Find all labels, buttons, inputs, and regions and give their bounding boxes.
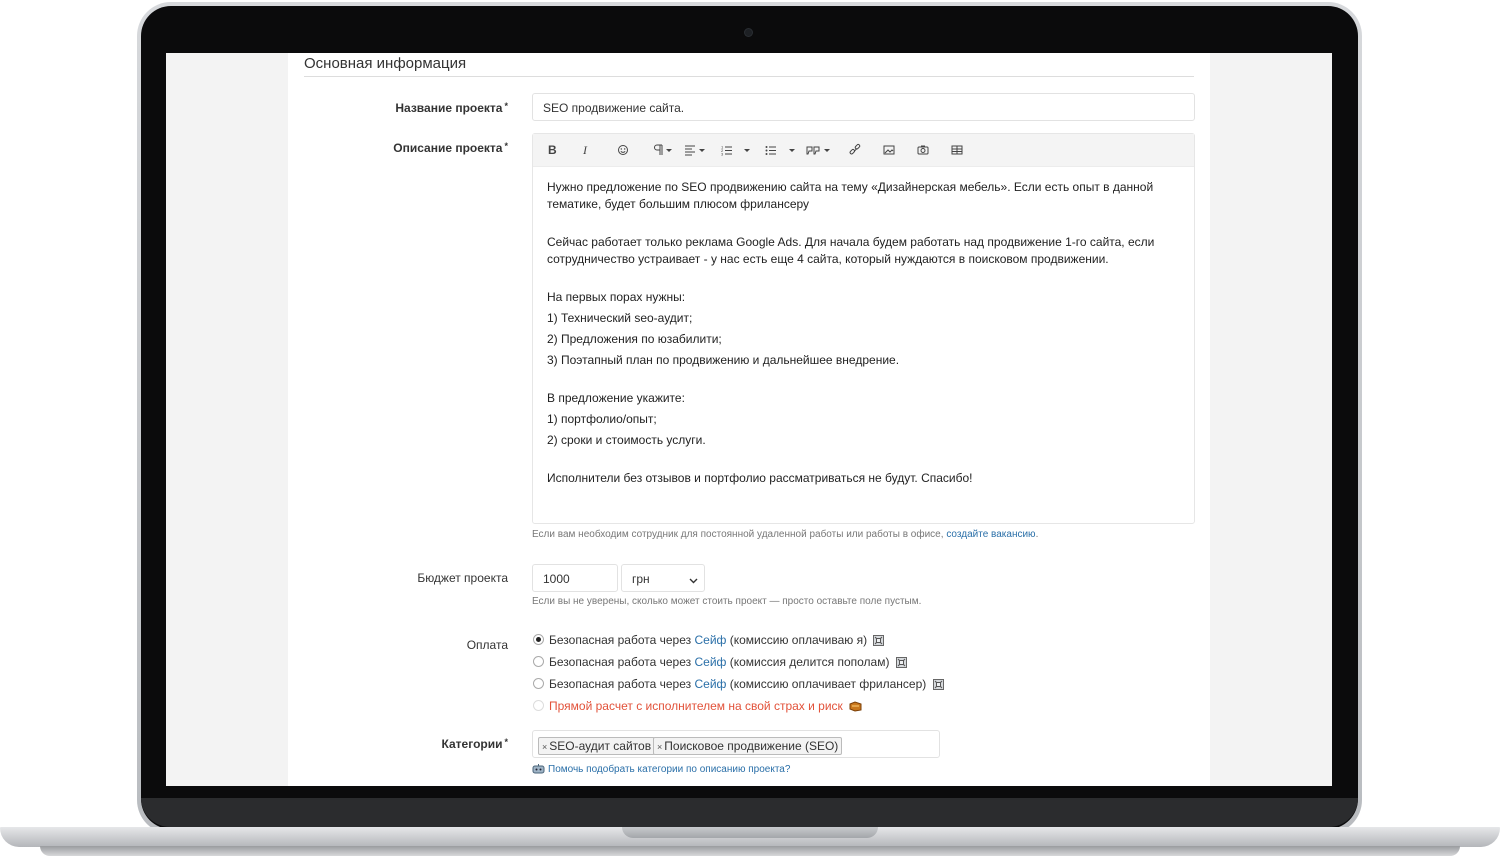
info-icon[interactable] xyxy=(932,679,944,690)
table-icon[interactable] xyxy=(951,142,963,158)
category-tag[interactable]: × SEO-аудит сайтов xyxy=(538,737,656,755)
camera-icon[interactable] xyxy=(917,142,929,158)
radio[interactable] xyxy=(533,678,544,689)
description-editor[interactable]: B I 123 Нужно предложение по SEO продвиж… xyxy=(532,133,1195,524)
currency-value: грн xyxy=(632,572,650,586)
warning-icon xyxy=(849,701,862,712)
budget-hint: Если вы не уверены, сколько может стоить… xyxy=(532,596,922,607)
category-tag[interactable]: × Поисковое продвижение (SEO) xyxy=(653,737,843,755)
image-icon[interactable] xyxy=(883,142,895,158)
payment-option-1[interactable]: Безопасная работа через Сейф (комиссию о… xyxy=(533,633,885,647)
budget-label: Бюджет проекта xyxy=(417,571,508,585)
description-line: 2) Предложения по юзабилити; xyxy=(547,332,722,346)
budget-input[interactable]: 1000 xyxy=(532,564,618,592)
categories-help-link[interactable]: Помочь подобрать категории по описанию п… xyxy=(548,764,790,775)
svg-text:3: 3 xyxy=(721,152,724,157)
description-hint: Если вам необходим сотрудник для постоян… xyxy=(532,529,1039,540)
description-blank-line xyxy=(547,373,1180,390)
description-line: 1) Технический seo-аудит; xyxy=(547,311,693,325)
name-label: Название проекта * xyxy=(395,101,508,115)
description-line: Сейчас работает только реклама Google Ad… xyxy=(547,235,1155,266)
paragraph-icon[interactable] xyxy=(652,142,674,158)
description-line: Исполнители без отзывов и портфолио расс… xyxy=(547,471,973,485)
project-form: Основная информация Название проекта * SE… xyxy=(288,53,1210,786)
quote-icon[interactable] xyxy=(806,142,832,158)
laptop-base-shadow xyxy=(40,846,1460,856)
remove-tag-icon[interactable]: × xyxy=(542,742,547,752)
chevron-down-icon xyxy=(689,574,698,588)
align-icon[interactable] xyxy=(684,142,708,158)
section-title: Основная информация xyxy=(304,55,467,72)
description-line: 3) Поэтапный план по продвижению и дальн… xyxy=(547,353,900,367)
description-blank-line xyxy=(547,272,1180,289)
link-icon[interactable] xyxy=(849,142,861,158)
robot-icon xyxy=(532,763,545,777)
description-line: 2) сроки и стоимость услуги. xyxy=(547,433,706,447)
ordered-list-dropdown[interactable] xyxy=(743,142,751,158)
italic-button[interactable]: I xyxy=(583,142,587,158)
project-name-input[interactable]: SEO продвижение сайта. xyxy=(532,93,1195,121)
payment-option-direct[interactable]: Прямой расчет с исполнителем на свой стр… xyxy=(533,699,862,713)
camera-icon xyxy=(745,29,752,36)
safe-link[interactable]: Сейф xyxy=(694,655,726,669)
payment-option-3[interactable]: Безопасная работа через Сейф (комиссию о… xyxy=(533,677,944,691)
description-blank-line xyxy=(547,217,1180,234)
section-divider xyxy=(304,76,1194,77)
payment-label: Оплата xyxy=(466,638,508,652)
create-vacancy-link[interactable]: создайте вакансию xyxy=(946,529,1035,540)
editor-toolbar: B I 123 xyxy=(533,134,1194,167)
description-line: Нужно предложение по SEO продвижению сай… xyxy=(547,180,1154,211)
laptop-notch xyxy=(622,827,878,838)
description-line: 1) портфолио/опыт; xyxy=(547,412,657,426)
description-blank-line xyxy=(547,453,1180,470)
project-name-value: SEO продвижение сайта. xyxy=(543,101,685,115)
info-icon[interactable] xyxy=(873,635,885,646)
payment-option-2[interactable]: Безопасная работа через Сейф (комиссия д… xyxy=(533,655,907,669)
laptop-chin xyxy=(141,798,1358,827)
description-label: Описание проекта * xyxy=(393,141,508,155)
unordered-list-icon[interactable] xyxy=(765,142,777,158)
info-icon[interactable] xyxy=(895,657,907,668)
description-line: В предложение укажите: xyxy=(547,391,685,405)
bold-button[interactable]: B xyxy=(548,142,557,158)
description-text[interactable]: Нужно предложение по SEO продвижению сай… xyxy=(533,167,1194,487)
radio-selected[interactable] xyxy=(533,634,544,645)
emoji-icon[interactable] xyxy=(617,142,629,158)
description-line: На первых порах нужны: xyxy=(547,290,686,304)
screen: Основная информация Название проекта * SE… xyxy=(166,53,1332,786)
safe-link[interactable]: Сейф xyxy=(694,633,726,647)
remove-tag-icon[interactable]: × xyxy=(657,742,662,752)
categories-label: Категории * xyxy=(441,737,508,751)
ordered-list-icon[interactable]: 123 xyxy=(721,142,733,158)
budget-value: 1000 xyxy=(543,572,570,586)
safe-link[interactable]: Сейф xyxy=(694,677,726,691)
unordered-list-dropdown[interactable] xyxy=(788,142,796,158)
currency-select[interactable]: грн xyxy=(621,564,705,592)
radio[interactable] xyxy=(533,700,544,711)
categories-help[interactable]: Помочь подобрать категории по описанию п… xyxy=(532,763,790,777)
categories-input[interactable]: × SEO-аудит сайтов × Поисковое продвижение… xyxy=(532,730,940,758)
radio[interactable] xyxy=(533,656,544,667)
